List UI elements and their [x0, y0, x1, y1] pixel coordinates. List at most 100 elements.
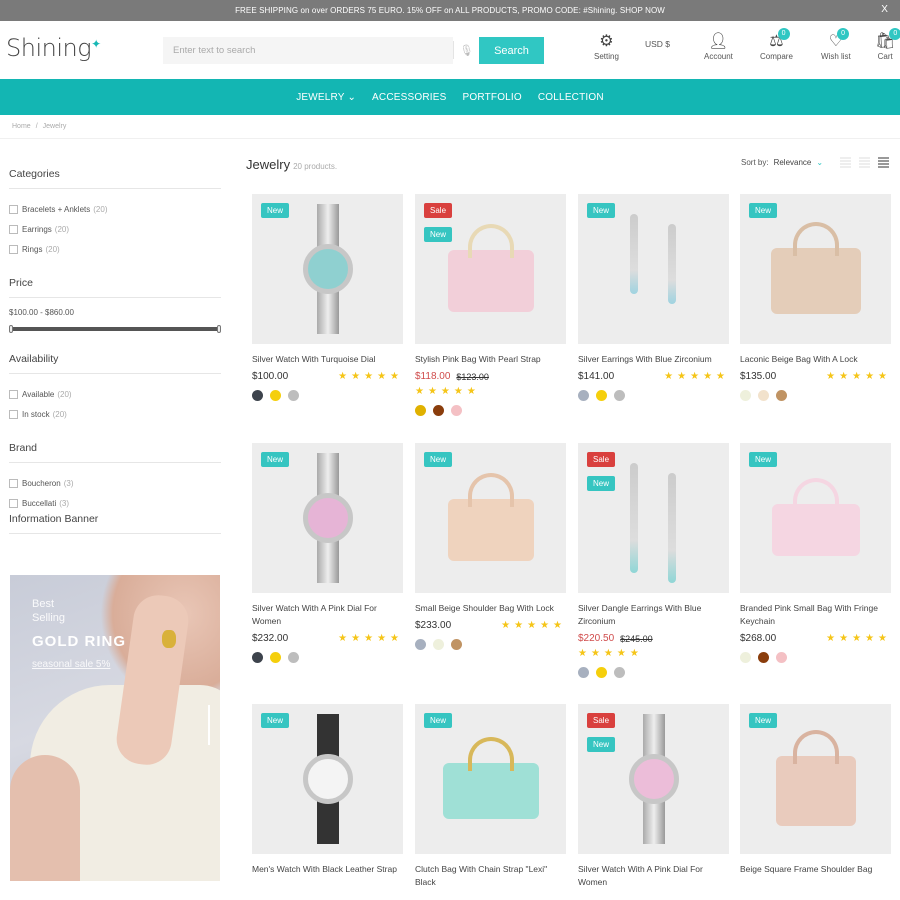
checkbox[interactable] — [9, 389, 18, 399]
price-slider[interactable] — [9, 325, 221, 333]
product-image[interactable]: New — [415, 443, 566, 593]
grid-3-view-icon[interactable] — [859, 157, 870, 168]
setting-button[interactable]: ⚙ Setting — [594, 32, 619, 61]
filter-checkbox[interactable]: Buccellati (3) — [9, 493, 221, 513]
filter-checkbox[interactable]: In stock (20) — [9, 404, 221, 424]
product-image[interactable]: New — [252, 194, 403, 344]
color-swatch[interactable] — [758, 652, 769, 663]
account-button[interactable]: 👤︎ Account — [704, 32, 733, 61]
product-name[interactable]: Laconic Beige Bag With A Lock — [740, 353, 891, 366]
product-name[interactable]: Silver Watch With A Pink Dial For Women — [252, 602, 403, 628]
filter-checkbox[interactable]: Boucheron (3) — [9, 473, 221, 493]
color-swatch[interactable] — [596, 667, 607, 678]
checkbox[interactable] — [9, 498, 18, 508]
checkbox[interactable] — [9, 224, 18, 234]
color-swatch[interactable] — [578, 390, 589, 401]
sort-value[interactable]: Relevance — [774, 158, 812, 167]
color-swatch[interactable] — [578, 667, 589, 678]
color-swatch[interactable] — [415, 639, 426, 650]
sort-control[interactable]: Sort by: Relevance ⌄ — [741, 158, 823, 167]
grid-4-view-icon[interactable] — [878, 157, 889, 168]
color-swatch[interactable] — [415, 405, 426, 416]
filter-checkbox[interactable]: Available (20) — [9, 384, 221, 404]
filter-checkbox[interactable]: Bracelets + Anklets (20) — [9, 199, 221, 219]
compare-button[interactable]: ⚖ 0 Compare — [760, 28, 793, 61]
logo[interactable]: Shining✦ — [6, 34, 101, 62]
product-name[interactable]: Small Beige Shoulder Bag With Lock — [415, 602, 566, 615]
product-card[interactable]: New Beige Square Frame Shoulder Bag — [740, 704, 891, 876]
nav-collection[interactable]: COLLECTION — [530, 92, 612, 103]
color-swatch[interactable] — [776, 390, 787, 401]
color-swatch[interactable] — [252, 652, 263, 663]
color-swatch[interactable] — [288, 652, 299, 663]
checkbox[interactable] — [9, 244, 18, 254]
product-name[interactable]: Stylish Pink Bag With Pearl Strap — [415, 353, 566, 366]
filter-checkbox[interactable]: Rings (20) — [9, 239, 221, 259]
product-name[interactable]: Beige Square Frame Shoulder Bag — [740, 863, 891, 876]
breadcrumb-home[interactable]: Home — [12, 123, 31, 130]
color-swatch[interactable] — [451, 405, 462, 416]
color-swatch[interactable] — [288, 390, 299, 401]
product-image[interactable]: New — [252, 704, 403, 854]
banner-slider-indicator[interactable] — [208, 705, 210, 745]
cart-button[interactable]: 🛍︎ 0 Cart — [875, 28, 900, 61]
product-card[interactable]: New Small Beige Shoulder Bag With Lock $23… — [415, 443, 566, 650]
product-name[interactable]: Branded Pink Small Bag With Fringe Keych… — [740, 602, 891, 628]
nav-portfolio[interactable]: PORTFOLIO — [454, 92, 529, 103]
filter-checkbox[interactable]: Earrings (20) — [9, 219, 221, 239]
product-name[interactable]: Men's Watch With Black Leather Strap — [252, 863, 403, 876]
product-image[interactable]: Sale New — [578, 704, 729, 854]
product-image[interactable]: New — [252, 443, 403, 593]
banner-link[interactable]: seasonal sale 5% — [32, 659, 110, 670]
product-card[interactable]: New Silver Watch With Turquoise Dial $100.… — [252, 194, 403, 401]
color-swatch[interactable] — [596, 390, 607, 401]
slider-min-handle[interactable] — [9, 325, 13, 333]
product-image[interactable]: New — [578, 194, 729, 344]
product-name[interactable]: Silver Watch With Turquoise Dial — [252, 353, 403, 366]
color-swatch[interactable] — [433, 405, 444, 416]
search-input[interactable]: Enter text to search — [163, 37, 453, 64]
nav-accessories[interactable]: ACCESSORIES — [364, 92, 454, 103]
color-swatch[interactable] — [270, 390, 281, 401]
product-image[interactable]: New — [415, 704, 566, 854]
color-swatch[interactable] — [740, 390, 751, 401]
checkbox[interactable] — [9, 409, 18, 419]
wishlist-button[interactable]: ♡ 0 Wish list — [821, 28, 851, 61]
color-swatch[interactable] — [433, 639, 444, 650]
product-card[interactable]: New Silver Earrings With Blue Zirconium $1… — [578, 194, 729, 401]
microphone-icon[interactable]: 🎙︎ — [453, 41, 479, 59]
product-card[interactable]: New Branded Pink Small Bag With Fringe Ke… — [740, 443, 891, 663]
promo-banner[interactable]: Best Selling GOLD RING seasonal sale 5% — [10, 575, 220, 881]
close-icon[interactable]: X — [881, 4, 888, 15]
product-image[interactable]: New — [740, 704, 891, 854]
product-image[interactable]: New — [740, 194, 891, 344]
color-swatch[interactable] — [740, 652, 751, 663]
color-swatch[interactable] — [758, 390, 769, 401]
product-name[interactable]: Silver Dangle Earrings With Blue Zirconi… — [578, 602, 729, 628]
color-swatch[interactable] — [451, 639, 462, 650]
product-image[interactable]: Sale New — [415, 194, 566, 344]
product-name[interactable]: Clutch Bag With Chain Strap "Lexi" Black — [415, 863, 566, 889]
product-name[interactable]: Silver Earrings With Blue Zirconium — [578, 353, 729, 366]
product-card[interactable]: New Clutch Bag With Chain Strap "Lexi" Bl… — [415, 704, 566, 889]
nav-jewelry[interactable]: JEWELRY ⌄ — [288, 92, 364, 103]
checkbox[interactable] — [9, 204, 18, 214]
product-card[interactable]: Sale New Silver Watch With A Pink Dial For… — [578, 704, 729, 889]
slider-max-handle[interactable] — [217, 325, 221, 333]
product-card[interactable]: Sale New Stylish Pink Bag With Pearl Strap… — [415, 194, 566, 416]
color-swatch[interactable] — [270, 652, 281, 663]
product-card[interactable]: New Silver Watch With A Pink Dial For Wom… — [252, 443, 403, 663]
product-card[interactable]: New Laconic Beige Bag With A Lock $135.00 ★… — [740, 194, 891, 401]
color-swatch[interactable] — [614, 390, 625, 401]
product-name[interactable]: Silver Watch With A Pink Dial For Women — [578, 863, 729, 889]
color-swatch[interactable] — [776, 652, 787, 663]
product-image[interactable]: New — [740, 443, 891, 593]
list-view-icon[interactable] — [840, 157, 851, 168]
checkbox[interactable] — [9, 478, 18, 488]
color-swatch[interactable] — [614, 667, 625, 678]
announcement-text[interactable]: FREE SHIPPING on over ORDERS 75 EURO. 15… — [235, 6, 665, 15]
color-swatch[interactable] — [252, 390, 263, 401]
product-card[interactable]: Sale New Silver Dangle Earrings With Blue … — [578, 443, 729, 678]
product-image[interactable]: Sale New — [578, 443, 729, 593]
currency-selector[interactable]: USD $ — [645, 39, 670, 49]
